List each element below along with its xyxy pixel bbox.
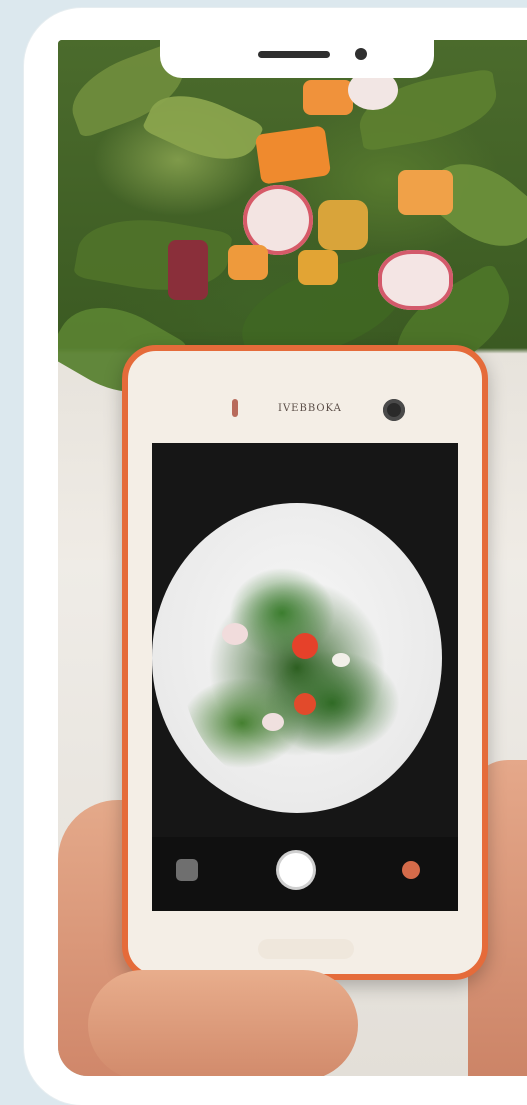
camera-viewfinder <box>152 443 458 911</box>
tomato-piece <box>292 633 318 659</box>
plated-salad <box>182 543 412 793</box>
camera-controls-bar <box>152 837 458 911</box>
gallery-icon[interactable] <box>176 859 198 881</box>
earpiece-speaker <box>258 51 330 58</box>
tomato-piece <box>294 693 316 715</box>
plate <box>152 503 442 813</box>
leaf <box>73 207 233 303</box>
front-camera-icon <box>383 399 405 421</box>
held-phone-top: IVEBBOKA <box>128 351 482 451</box>
held-phone-brand: IVEBBOKA <box>278 403 342 414</box>
screenshot-stage: IVEBBOKA <box>0 0 527 1105</box>
camera-switch-icon[interactable] <box>402 861 420 879</box>
beet-piece <box>168 240 208 300</box>
thumb <box>88 970 358 1076</box>
radish-piece <box>262 713 284 731</box>
onion-piece <box>332 653 350 667</box>
phone-notch <box>160 40 434 78</box>
radish-piece <box>222 623 248 645</box>
held-phone-speaker <box>232 399 238 417</box>
carrot-piece <box>303 80 353 115</box>
shutter-icon[interactable] <box>279 853 313 887</box>
phone-screen: IVEBBOKA <box>58 40 527 1076</box>
held-phone-home-button <box>258 939 354 959</box>
corn-piece <box>298 250 338 285</box>
carrot-piece <box>398 170 453 215</box>
carrot-piece <box>254 125 332 185</box>
corn-piece <box>318 200 368 250</box>
radish-piece <box>378 250 453 310</box>
front-camera-dot <box>355 48 367 60</box>
held-phone: IVEBBOKA <box>122 345 488 980</box>
carrot-piece <box>228 245 268 280</box>
